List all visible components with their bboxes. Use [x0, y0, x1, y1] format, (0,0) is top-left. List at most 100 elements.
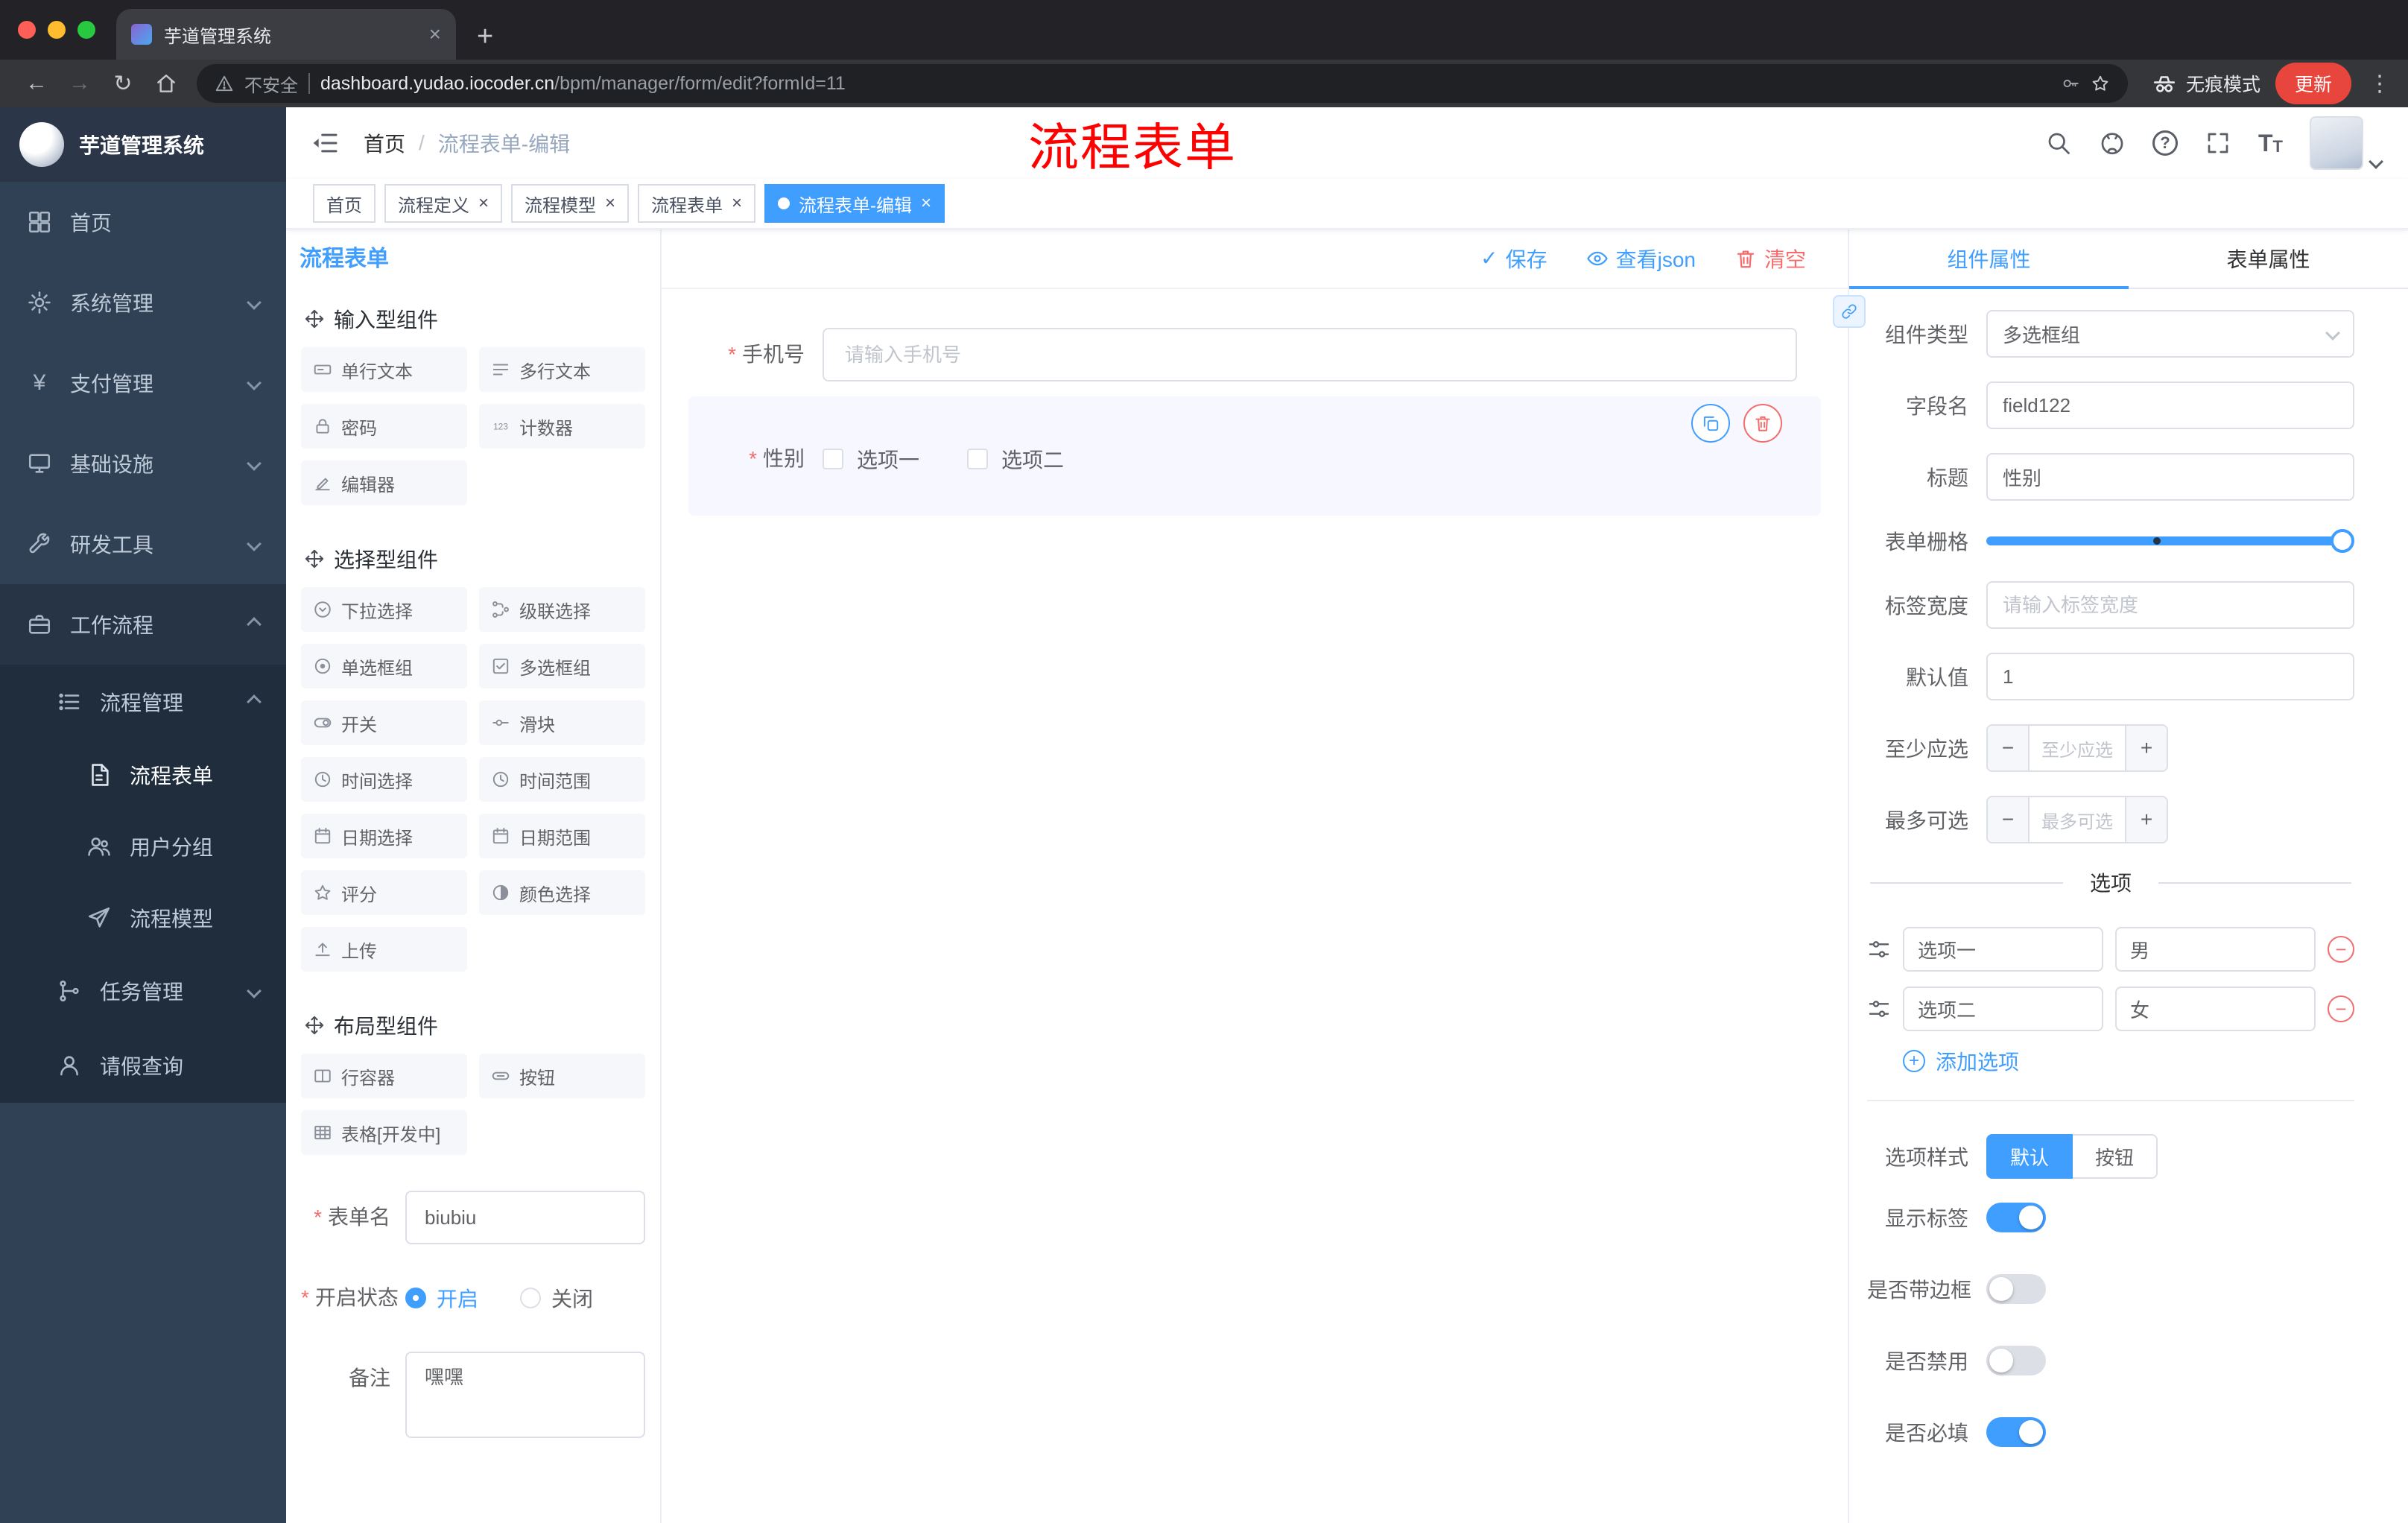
checkbox-icon[interactable]: [967, 449, 989, 469]
add-option-button[interactable]: + 添加选项: [1867, 1046, 2354, 1076]
copy-component-button[interactable]: [1691, 404, 1730, 443]
close-icon[interactable]: ×: [605, 194, 615, 212]
sidebar-item-leave-query[interactable]: 请假查询: [0, 1028, 286, 1103]
palette-item-select[interactable]: 下拉选择: [301, 587, 467, 632]
browser-menu-icon[interactable]: ⋮: [2366, 71, 2393, 97]
sidebar-item-infrastructure[interactable]: 基础设施: [0, 423, 286, 504]
tab-form-props[interactable]: 表单属性: [2129, 229, 2408, 288]
form-remark-textarea[interactable]: 嘿嘿: [405, 1352, 645, 1438]
palette-item-upload[interactable]: 上传: [301, 927, 467, 972]
palette-item-date-range[interactable]: 日期范围: [479, 814, 645, 858]
style-button-button[interactable]: 按钮: [2073, 1134, 2158, 1179]
new-tab-button[interactable]: +: [477, 22, 493, 51]
palette-item-cascader[interactable]: 级联选择: [479, 587, 645, 632]
decrease-button[interactable]: −: [1988, 726, 2030, 770]
palette-item-switch[interactable]: 开关: [301, 700, 467, 745]
required-switch[interactable]: [1986, 1417, 2046, 1447]
tag-home[interactable]: 首页: [313, 184, 376, 223]
phone-field[interactable]: 手机号: [688, 328, 1821, 381]
password-key-icon[interactable]: [2061, 74, 2080, 93]
fullscreen-icon[interactable]: [2205, 130, 2231, 156]
home-button[interactable]: [145, 64, 188, 103]
tab-close-icon[interactable]: ×: [429, 24, 441, 45]
tag-process-definition[interactable]: 流程定义 ×: [384, 184, 503, 223]
window-zoom-button[interactable]: [77, 21, 95, 39]
border-switch[interactable]: [1986, 1274, 2046, 1304]
palette-item-checkbox-group[interactable]: 多选框组: [479, 644, 645, 688]
address-bar[interactable]: 不安全 dashboard.yudao.iocoder.cn/bpm/manag…: [197, 64, 2128, 103]
text-size-icon[interactable]: TT: [2258, 131, 2283, 155]
palette-item-slider[interactable]: 滑块: [479, 700, 645, 745]
palette-item-counter[interactable]: 计数器: [479, 404, 645, 449]
option-label-input[interactable]: [1903, 987, 2103, 1031]
form-grid-slider[interactable]: [1986, 529, 2354, 553]
palette-item-color-picker[interactable]: 颜色选择: [479, 870, 645, 915]
palette-item-editor[interactable]: 编辑器: [301, 460, 467, 505]
status-on-radio[interactable]: 开启: [405, 1283, 478, 1313]
sidebar-item-payment-mgmt[interactable]: ¥ 支付管理: [0, 343, 286, 423]
user-menu[interactable]: [2310, 116, 2383, 170]
window-close-button[interactable]: [18, 21, 36, 39]
gender-field-selected[interactable]: 性别 选项一 选项二: [688, 396, 1821, 516]
tab-component-props[interactable]: 组件属性: [1849, 229, 2129, 289]
save-button[interactable]: ✓ 保存: [1480, 244, 1547, 273]
option-drag-icon[interactable]: [1867, 997, 1891, 1021]
tag-process-form[interactable]: 流程表单 ×: [638, 184, 756, 223]
component-type-select[interactable]: 多选框组: [1986, 310, 2354, 358]
phone-input[interactable]: [823, 328, 1797, 381]
option-drag-icon[interactable]: [1867, 937, 1891, 961]
palette-item-button[interactable]: 按钮: [479, 1054, 645, 1098]
style-default-button[interactable]: 默认: [1986, 1134, 2073, 1179]
increase-button[interactable]: +: [2125, 726, 2167, 770]
reload-button[interactable]: ↻: [101, 64, 145, 103]
option-value-input[interactable]: [2115, 987, 2316, 1031]
close-icon[interactable]: ×: [921, 194, 931, 212]
palette-item-row-container[interactable]: 行容器: [301, 1054, 467, 1098]
link-badge-icon[interactable]: [1833, 295, 1866, 328]
palette-item-time-range[interactable]: 时间范围: [479, 757, 645, 802]
sidebar-fold-icon[interactable]: [310, 128, 340, 158]
show-label-switch[interactable]: [1986, 1203, 2046, 1232]
label-width-input[interactable]: [1986, 581, 2354, 629]
github-icon[interactable]: [2099, 130, 2126, 156]
gender-option-1[interactable]: 选项一: [823, 444, 919, 474]
sidebar-item-task-mgmt[interactable]: 任务管理: [0, 954, 286, 1028]
palette-item-time-picker[interactable]: 时间选择: [301, 757, 467, 802]
remove-option-button[interactable]: −: [2328, 995, 2354, 1022]
slider-handle[interactable]: [2331, 529, 2354, 553]
view-json-button[interactable]: 查看json: [1586, 244, 1696, 273]
app-logo[interactable]: 芋道管理系统: [0, 107, 286, 182]
gender-option-2[interactable]: 选项二: [967, 444, 1064, 474]
sidebar-item-workflow[interactable]: 工作流程: [0, 584, 286, 665]
increase-button[interactable]: +: [2125, 797, 2167, 842]
browser-tab[interactable]: 芋道管理系统 ×: [116, 9, 456, 60]
palette-item-radio-group[interactable]: 单选框组: [301, 644, 467, 688]
delete-component-button[interactable]: [1743, 404, 1782, 443]
sidebar-item-dev-tools[interactable]: 研发工具: [0, 504, 286, 584]
forward-button[interactable]: →: [58, 64, 101, 103]
default-value-input[interactable]: [1986, 653, 2354, 700]
help-icon[interactable]: ?: [2152, 130, 2178, 156]
sidebar-item-process-mgmt[interactable]: 流程管理: [0, 665, 286, 739]
field-name-input[interactable]: [1986, 381, 2354, 429]
checkbox-icon[interactable]: [823, 449, 843, 469]
remove-option-button[interactable]: −: [2328, 936, 2354, 963]
palette-item-single-line-text[interactable]: 单行文本: [301, 347, 467, 392]
palette-item-multi-line-text[interactable]: 多行文本: [479, 347, 645, 392]
search-icon[interactable]: [2045, 130, 2072, 156]
title-input[interactable]: [1986, 453, 2354, 501]
decrease-button[interactable]: −: [1988, 797, 2030, 842]
option-label-input[interactable]: [1903, 927, 2103, 972]
bookmark-star-icon[interactable]: [2091, 74, 2110, 93]
back-button[interactable]: ←: [15, 64, 58, 103]
palette-item-password[interactable]: 密码: [301, 404, 467, 449]
palette-item-table[interactable]: 表格[开发中]: [301, 1110, 467, 1155]
min-select-value[interactable]: 至少应选: [2030, 726, 2125, 770]
sidebar-item-process-model[interactable]: 流程模型: [0, 882, 286, 954]
security-label[interactable]: 不安全: [244, 71, 298, 97]
status-off-radio[interactable]: 关闭: [520, 1283, 593, 1313]
sidebar-item-process-form[interactable]: 流程表单: [0, 739, 286, 811]
tag-process-form-edit[interactable]: 流程表单-编辑 ×: [764, 184, 945, 223]
window-minimize-button[interactable]: [48, 21, 66, 39]
option-value-input[interactable]: [2115, 927, 2316, 972]
